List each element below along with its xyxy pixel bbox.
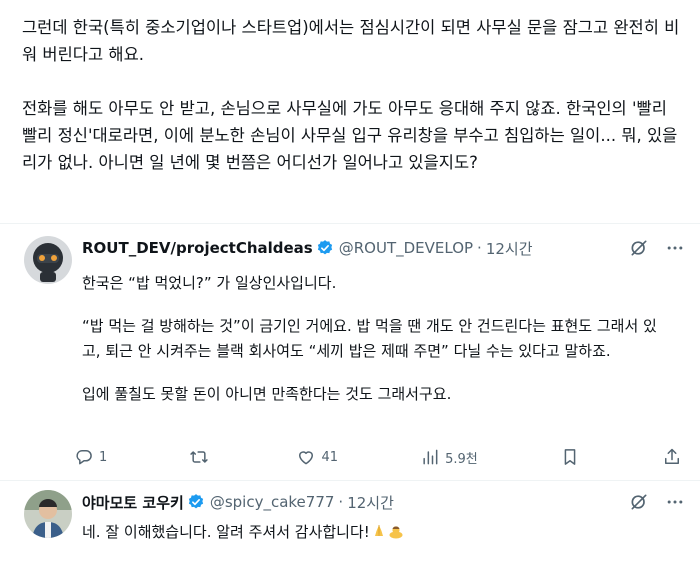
tweet-header: ROUT_DEV/projectChaldeas @ROUT_DEVELOP ·…: [82, 236, 686, 260]
like-icon: [299, 451, 314, 465]
display-name[interactable]: 야마모토 코우키: [82, 492, 184, 513]
folded-hands-emoji: [371, 522, 387, 538]
tweet-paragraph: 한국은 “밥 먹었니?” 가 일상인사입니다.: [82, 274, 337, 292]
bookmark-icon: [564, 449, 576, 465]
reply-count: 1: [99, 449, 108, 465]
tweet-header: 야마모토 코우키 @spicy_cake777 · 12시간: [82, 490, 686, 514]
action-bar: 1 41 5.9천: [74, 446, 682, 468]
retweet-button[interactable]: [189, 447, 214, 467]
quoted-translation-text: 그런데 한국(특히 중소기업이나 스타트업)에서는 점심시간이 되면 사무실 문…: [22, 14, 682, 176]
reply-tweet-2[interactable]: 야마모토 코우키 @spicy_cake777 · 12시간 네. 잘 이해했습…: [0, 490, 700, 570]
verified-badge-icon: [316, 239, 334, 257]
timestamp[interactable]: 12시간: [347, 492, 394, 513]
share-button[interactable]: [662, 447, 682, 467]
views-button[interactable]: 5.9천: [420, 447, 478, 467]
timestamp[interactable]: 12시간: [486, 238, 533, 259]
divider: [0, 223, 700, 224]
grok-icon[interactable]: [628, 237, 650, 259]
tweet-paragraph: “밥 먹는 걸 방해하는 것”이 금기인 거에요. 밥 먹을 땐 개도 안 건드…: [82, 317, 657, 360]
view-count: 5.9천: [445, 451, 478, 467]
reply-tweet-1[interactable]: ROUT_DEV/projectChaldeas @ROUT_DEVELOP ·…: [0, 236, 700, 476]
display-name[interactable]: ROUT_DEV/projectChaldeas: [82, 239, 313, 257]
intro-paragraph-1: 그런데 한국(특히 중소기업이나 스타트업)에서는 점심시간이 되면 사무실 문…: [22, 18, 680, 64]
separator-dot: ·: [477, 239, 482, 257]
more-icon[interactable]: [664, 237, 686, 259]
views-icon: [423, 449, 438, 465]
more-icon[interactable]: [664, 491, 686, 513]
bookmark-button[interactable]: [560, 447, 580, 467]
like-button[interactable]: 41: [296, 447, 338, 467]
separator-dot: ·: [338, 493, 344, 511]
share-icon: [664, 448, 679, 464]
verified-badge-icon: [187, 493, 205, 511]
reply-button[interactable]: 1: [74, 447, 107, 467]
grok-icon[interactable]: [628, 491, 650, 513]
like-count: 41: [321, 449, 339, 465]
retweet-icon: [190, 451, 209, 463]
user-handle[interactable]: @spicy_cake777: [210, 493, 335, 511]
divider: [0, 480, 700, 481]
tweet-text: 한국은 “밥 먹었니?” 가 일상인사입니다. “밥 먹는 걸 방해하는 것”이…: [82, 271, 672, 407]
tweet-paragraph: 네. 잘 이해했습니다. 알려 주셔서 감사합니다!: [82, 520, 672, 545]
intro-paragraph-2: 전화를 해도 아무도 안 받고, 손님으로 사무실에 가도 아무도 응대해 주지…: [22, 99, 678, 172]
bowing-person-emoji: [388, 522, 404, 539]
user-handle[interactable]: @ROUT_DEVELOP: [339, 239, 473, 257]
avatar[interactable]: [24, 490, 72, 538]
avatar[interactable]: [24, 236, 72, 284]
reply-text: 네. 잘 이해했습니다. 알려 주셔서 감사합니다!: [82, 523, 370, 541]
tweet-text: 네. 잘 이해했습니다. 알려 주셔서 감사합니다!: [82, 520, 672, 545]
tweet-paragraph: 입에 풀칠도 못할 돈이 아니면 만족한다는 것도 그래서구요.: [82, 385, 452, 403]
reply-icon: [76, 450, 92, 465]
